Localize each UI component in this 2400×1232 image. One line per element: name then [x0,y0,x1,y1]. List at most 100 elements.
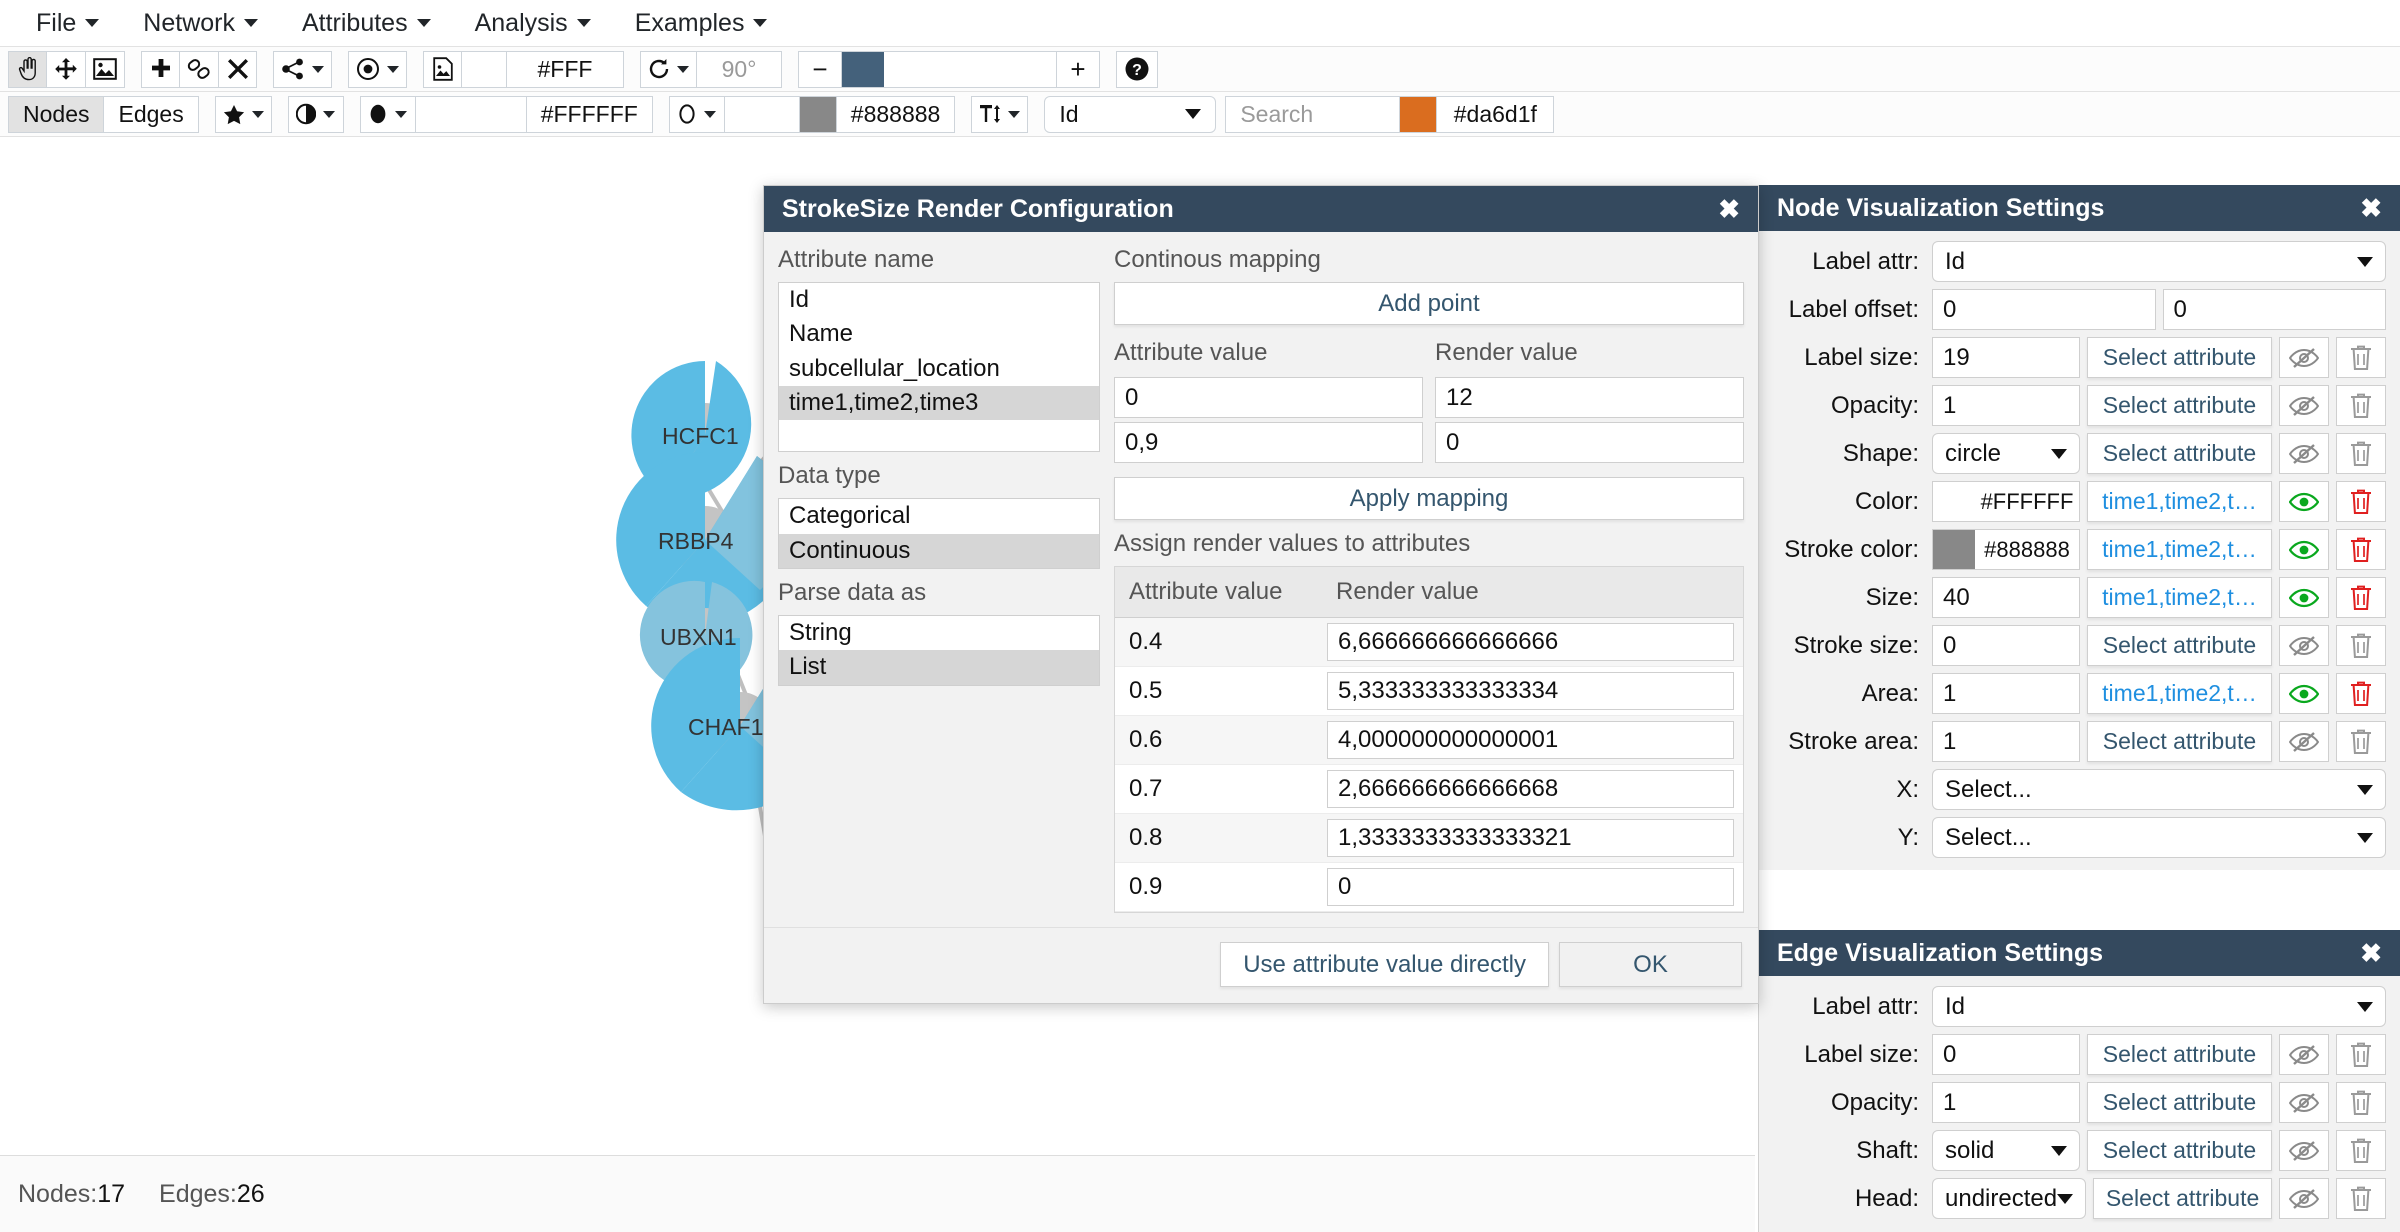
zoom-slider-track[interactable] [841,51,1057,87]
attribute-option-id[interactable]: Id [779,283,1099,317]
node-opacity-delete-button[interactable] [2336,385,2386,426]
edge-head-visibility-button[interactable] [2279,1178,2329,1219]
node-opacity-input[interactable]: 1 [1932,385,2080,426]
edge-shaft-select[interactable]: solid [1932,1130,2080,1171]
zoom-out-button[interactable]: − [799,52,841,87]
parse-option-string[interactable]: String [779,616,1099,650]
edge-head-delete-button[interactable] [2336,1178,2386,1219]
node-stroke-area-visibility-button[interactable] [2279,721,2329,762]
node-stroke-color-field[interactable]: #888888 [1932,529,2080,570]
node-shape-select[interactable]: circle [1932,433,2080,474]
node-stroke-color-swatch[interactable] [1933,530,1975,569]
mapping-point-1-render[interactable]: 0 [1435,422,1744,463]
edge-head-select[interactable]: undirected [1932,1178,2087,1219]
mapping-point-0-render[interactable]: 12 [1435,377,1744,418]
stroke-color-value[interactable]: #888888 [835,95,956,133]
node-label-size-attr-button[interactable]: Select attribute [2087,337,2272,378]
rotation-value-input[interactable]: 90° [696,50,782,88]
edge-shaft-attr-button[interactable]: Select attribute [2087,1130,2272,1171]
node-label-size-delete-button[interactable] [2336,337,2386,378]
node-stroke-size-delete-button[interactable] [2336,625,2386,666]
rotate-dropdown-button[interactable] [640,50,697,88]
node-stroke-size-attr-button[interactable]: Select attribute [2087,625,2272,666]
node-shape-visibility-button[interactable] [2279,433,2329,474]
node-y-select[interactable]: Select... [1932,817,2386,858]
fill-color-swatch[interactable] [414,95,527,133]
center-view-dropdown-button[interactable] [348,50,407,88]
node-label-offset-x-input[interactable]: 0 [1932,289,2156,330]
edge-opacity-visibility-button[interactable] [2279,1082,2329,1123]
attribute-option-time[interactable]: time1,time2,time3 [779,385,1099,421]
add-node-button[interactable] [141,50,180,88]
edge-label-attr-select[interactable]: Id [1932,986,2386,1027]
opacity-dropdown-button[interactable] [287,95,344,133]
node-stroke-color-delete-button[interactable] [2336,529,2386,570]
highlight-color-swatch[interactable] [1399,95,1438,133]
layout-dropdown-button[interactable] [273,50,332,88]
edge-shaft-delete-button[interactable] [2336,1130,2386,1171]
edge-head-attr-button[interactable]: Select attribute [2093,1178,2272,1219]
zoom-slider[interactable]: − + [798,50,1100,88]
image-tool-button[interactable] [85,50,125,88]
attribute-option-blank[interactable] [779,420,1099,451]
node-area-delete-button[interactable] [2336,673,2386,714]
table-cell-render-input[interactable]: 4,000000000000001 [1327,721,1734,759]
stroke-shape-dropdown-button[interactable] [668,95,725,133]
node-stroke-size-input[interactable]: 0 [1932,625,2080,666]
edge-label-size-attr-button[interactable]: Select attribute [2087,1034,2272,1075]
help-button[interactable]: ? [1116,50,1158,88]
node-stroke-color-attr-button[interactable]: time1,time2,t… [2087,529,2272,570]
node-label-size-input[interactable]: 19 [1932,337,2080,378]
node-size-input[interactable]: 40 [1932,577,2080,618]
parse-data-as-listbox[interactable]: String List [778,614,1100,686]
menu-item-examples[interactable]: Examples [613,9,790,38]
menu-item-analysis[interactable]: Analysis [453,9,613,38]
node-x-select[interactable]: Select... [1932,769,2386,810]
node-label-size-visibility-button[interactable] [2279,337,2329,378]
attribute-option-name[interactable]: Name [779,317,1099,351]
node-opacity-visibility-button[interactable] [2279,385,2329,426]
delete-button[interactable] [218,50,257,88]
stroke-color-swatch[interactable] [798,95,837,133]
search-input[interactable]: Search [1225,95,1401,133]
node-stroke-area-input[interactable]: 1 [1932,721,2080,762]
node-opacity-attr-button[interactable]: Select attribute [2087,385,2272,426]
data-type-listbox[interactable]: Categorical Continuous [778,498,1100,569]
add-point-button[interactable]: Add point [1114,282,1744,325]
node-shape-attr-button[interactable]: Select attribute [2087,433,2272,474]
node-area-attr-button[interactable]: time1,time2,t… [2087,673,2272,714]
menu-item-attributes[interactable]: Attributes [280,9,453,38]
node-color-visibility-button[interactable] [2279,481,2329,522]
move-tool-button[interactable] [46,50,86,88]
close-icon[interactable]: ✖ [2360,195,2382,221]
node-size-attr-button[interactable]: time1,time2,t… [2087,577,2272,618]
fill-shape-dropdown-button[interactable] [359,95,416,133]
tab-edges[interactable]: Edges [103,95,199,133]
node-shape-delete-button[interactable] [2336,433,2386,474]
mapping-point-0-attribute[interactable]: 0 [1114,377,1423,418]
menu-item-network[interactable]: Network [121,9,280,38]
node-color-delete-button[interactable] [2336,481,2386,522]
label-attribute-select[interactable]: Id [1044,95,1217,133]
node-size-visibility-button[interactable] [2279,577,2329,618]
node-area-visibility-button[interactable] [2279,673,2329,714]
node-label-attr-select[interactable]: Id [1932,241,2386,282]
edge-label-size-visibility-button[interactable] [2279,1034,2329,1075]
use-attribute-value-directly-button[interactable]: Use attribute value directly [1220,942,1549,987]
node-color-attr-button[interactable]: time1,time2,t… [2087,481,2272,522]
node-color-swatch[interactable] [1933,482,1975,521]
background-color-swatch[interactable] [461,50,507,88]
data-type-option-continuous[interactable]: Continuous [779,533,1099,568]
data-type-option-categorical[interactable]: Categorical [779,499,1099,533]
stroke-color-blank[interactable] [723,95,800,133]
background-image-button[interactable] [423,50,462,88]
node-stroke-size-visibility-button[interactable] [2279,625,2329,666]
edge-label-size-delete-button[interactable] [2336,1034,2386,1075]
table-cell-render-input[interactable]: 1,3333333333333321 [1327,819,1734,857]
table-cell-render-input[interactable]: 0 [1327,868,1734,906]
node-stroke-color-value[interactable]: #888888 [1975,537,2079,563]
add-edge-button[interactable] [179,50,219,88]
edge-label-size-input[interactable]: 0 [1932,1034,2080,1075]
parse-option-list[interactable]: List [779,650,1099,685]
close-icon[interactable]: ✖ [1718,196,1740,222]
